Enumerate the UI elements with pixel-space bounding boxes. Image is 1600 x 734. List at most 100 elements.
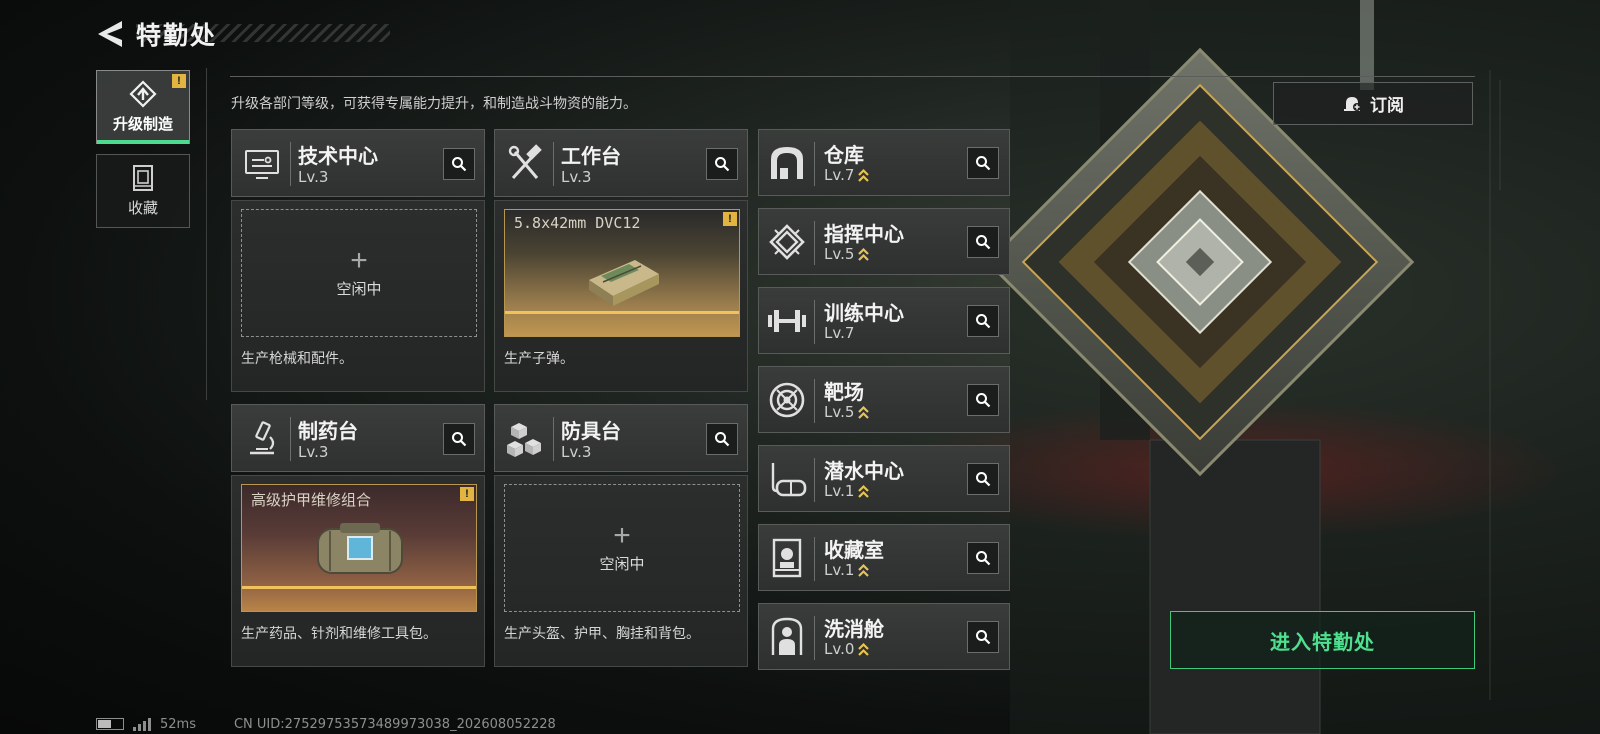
- signal-icon: [133, 718, 151, 731]
- warehouse-icon: [771, 147, 803, 179]
- search-icon: [452, 157, 467, 172]
- workshop-name: 制药台: [298, 419, 358, 443]
- divider: [230, 76, 1475, 77]
- facility-name: 洗消舱: [824, 617, 884, 641]
- workshop-header-workbench[interactable]: 工作台 Lv.3: [494, 129, 748, 197]
- facility-level-row: Lv.5: [824, 403, 870, 421]
- search-button[interactable]: [967, 226, 999, 258]
- diving-mask-icon: [771, 463, 807, 497]
- search-icon: [976, 314, 991, 329]
- production-progress-bar: [505, 311, 739, 314]
- user-uid: CN UID:2752975357348997303​8_20260805222…: [233, 716, 556, 732]
- production-slot[interactable]: 高级护甲维修组合 !: [241, 484, 477, 612]
- divider: [814, 379, 815, 423]
- production-progress-bar: [242, 586, 476, 589]
- search-button[interactable]: [967, 147, 999, 179]
- nav-tab-upgrade-craft[interactable]: 升级制造 !: [96, 70, 190, 144]
- facility-level-row: Lv.1: [824, 482, 870, 500]
- idle-slot[interactable]: + 空闲中: [504, 484, 740, 612]
- nav-tab-label: 收藏: [127, 199, 158, 217]
- enter-button-label: 进入特勤处: [1270, 629, 1375, 654]
- search-icon: [976, 156, 991, 171]
- workshop-header-tech-center[interactable]: 技术中心 Lv.3: [231, 129, 485, 197]
- decontamination-icon: [771, 617, 803, 655]
- workshop-description: 生产头盔、护甲、胸挂和背包。: [504, 626, 700, 642]
- subscribe-button[interactable]: 订阅: [1273, 82, 1473, 125]
- workshop-description: 生产子弹。: [504, 351, 574, 367]
- workshop-name: 防具台: [561, 419, 621, 443]
- page-title: 特勤处: [136, 21, 218, 50]
- search-icon: [976, 235, 991, 250]
- search-button[interactable]: [706, 423, 738, 455]
- facility-name: 指挥中心: [824, 222, 904, 246]
- workshop-level: Lv.3: [561, 443, 592, 461]
- upgrade-chevrons-icon: [858, 484, 870, 498]
- alert-badge: !: [460, 487, 474, 501]
- search-icon: [976, 393, 991, 408]
- ammo-box-icon: [589, 260, 659, 306]
- search-button[interactable]: [443, 423, 475, 455]
- divider: [290, 142, 291, 186]
- ping-value: 52ms: [160, 716, 196, 732]
- collection-icon: [133, 165, 153, 191]
- status-footer: 52ms CN UID:2752975357348997303​8_202608…: [96, 716, 556, 732]
- facility-level-row: Lv.0: [824, 640, 870, 658]
- workshop-header-armor-bench[interactable]: 防具台 Lv.3: [494, 404, 748, 472]
- divider: [814, 616, 815, 660]
- workshop-body-pharmacy: 高级护甲维修组合 ! 生产药品、针剂和维修工具包。: [231, 475, 485, 667]
- product-name: 5.8x42mm DVC12: [514, 214, 641, 232]
- search-button[interactable]: [443, 148, 475, 180]
- divider: [814, 537, 815, 581]
- facility-level: Lv.5: [824, 245, 855, 263]
- alert-badge: !: [172, 74, 186, 88]
- divider: [814, 458, 815, 502]
- search-button[interactable]: [967, 384, 999, 416]
- facility-level: Lv.7: [824, 324, 855, 342]
- microscope-icon: [250, 421, 275, 455]
- target-icon: [769, 382, 805, 418]
- facility-name: 靶场: [824, 380, 864, 404]
- workshop-description: 生产枪械和配件。: [241, 351, 353, 367]
- search-button[interactable]: [967, 305, 999, 337]
- facility-training-center[interactable]: 训练中心 Lv.7: [758, 287, 1010, 354]
- divider: [206, 68, 207, 400]
- search-button[interactable]: [706, 148, 738, 180]
- upgrade-chevrons-icon: [858, 563, 870, 577]
- workshop-header-pharmacy[interactable]: 制药台 Lv.3: [231, 404, 485, 472]
- search-icon: [715, 157, 730, 172]
- search-icon: [976, 630, 991, 645]
- upgrade-chevrons-icon: [858, 247, 870, 261]
- armor-repair-kit-icon: [317, 523, 403, 574]
- search-button[interactable]: [967, 621, 999, 653]
- upgrade-chevrons-icon: [858, 168, 870, 182]
- divider: [814, 300, 815, 344]
- production-slot[interactable]: 5.8x42mm DVC12 !: [504, 209, 740, 337]
- facility-decontamination[interactable]: 洗消舱 Lv.0: [758, 603, 1010, 670]
- enter-special-ops-button[interactable]: 进入特勤处: [1170, 611, 1475, 669]
- search-button[interactable]: [967, 542, 999, 574]
- facility-command-center[interactable]: 指挥中心 Lv.5: [758, 208, 1010, 275]
- product-name: 高级护甲维修组合: [251, 491, 372, 509]
- facility-warehouse[interactable]: 仓库 Lv.7: [758, 129, 1010, 196]
- facility-level-row: Lv.7: [824, 324, 854, 342]
- workshop-body-tech-center: + 空闲中 生产枪械和配件。: [231, 200, 485, 392]
- back-arrow-icon[interactable]: [96, 19, 124, 49]
- facility-diving-center[interactable]: 潜水中心 Lv.1: [758, 445, 1010, 512]
- idle-status: 空闲中: [599, 554, 645, 573]
- search-button[interactable]: [967, 463, 999, 495]
- plus-icon: +: [613, 518, 631, 552]
- upgrade-chevrons-icon: [858, 642, 870, 656]
- subscribe-label: 订阅: [1370, 96, 1404, 116]
- divider: [553, 417, 554, 461]
- idle-slot[interactable]: + 空闲中: [241, 209, 477, 337]
- display-case-icon: [772, 538, 802, 578]
- facility-shooting-range[interactable]: 靶场 Lv.5: [758, 366, 1010, 433]
- search-icon: [452, 432, 467, 447]
- search-icon: [976, 551, 991, 566]
- nav-tab-collection[interactable]: 收藏: [96, 154, 190, 228]
- facility-collection-room[interactable]: 收藏室 Lv.1: [758, 524, 1010, 591]
- divider: [553, 142, 554, 186]
- workshop-level: Lv.3: [298, 443, 329, 461]
- upgrade-craft-icon: [129, 80, 157, 108]
- workshop-body-armor-bench: + 空闲中 生产头盔、护甲、胸挂和背包。: [494, 475, 748, 667]
